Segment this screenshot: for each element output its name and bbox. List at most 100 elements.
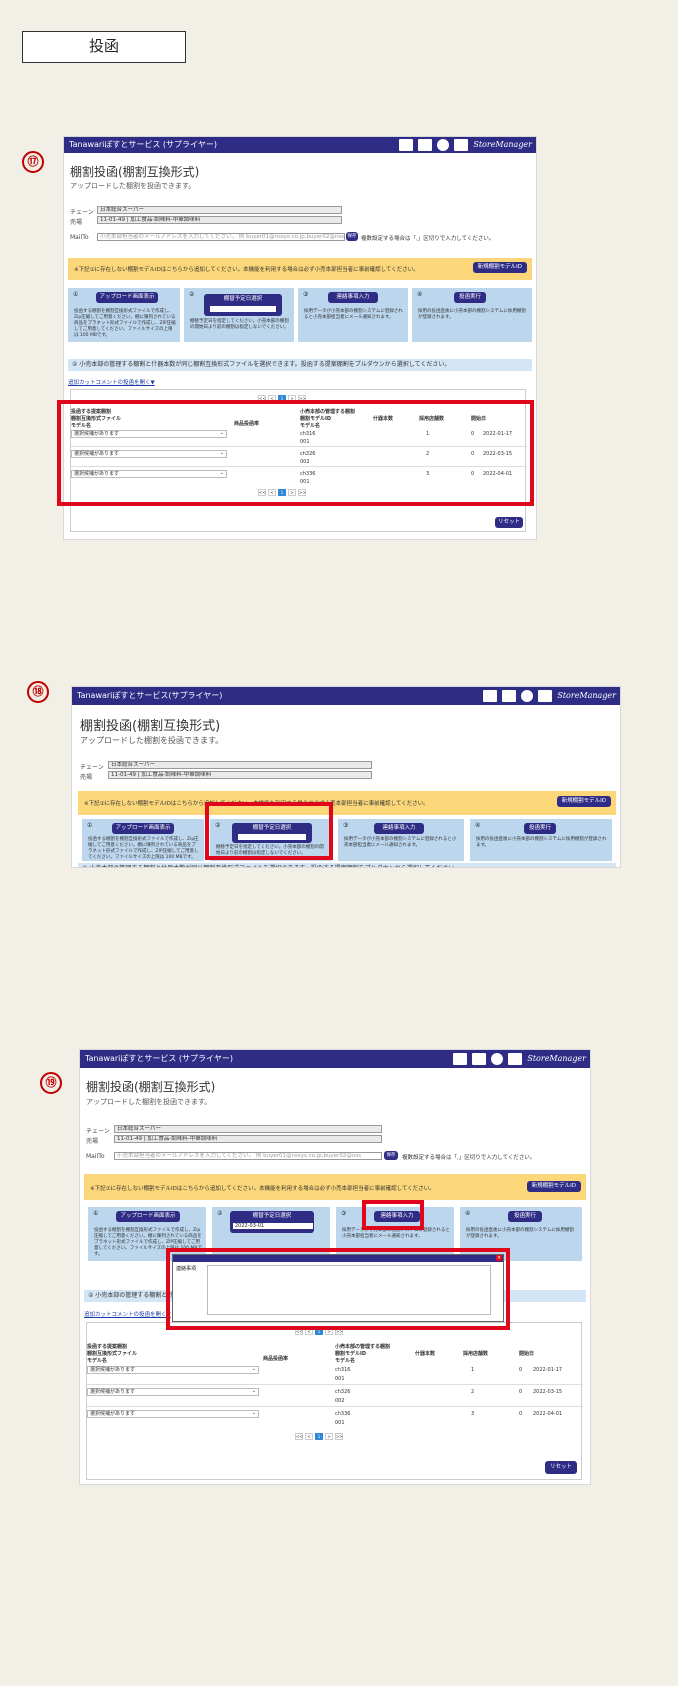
steps-row: ① アップロード画面表示 投函する棚割を棚割互換形式ファイルで作成し、Zip圧縮… <box>82 819 612 861</box>
new-model-button[interactable]: 新規棚割モデルID <box>472 262 527 273</box>
screenshot-18: Tanawariぽすとサービス(サプライヤー) StoreManager 棚割投… <box>72 687 620 867</box>
page-title: 棚割投函(棚割互換形式) <box>80 719 221 734</box>
user-icon[interactable] <box>437 139 450 151</box>
page-first[interactable]: << <box>295 1433 303 1440</box>
mailto-input[interactable]: 小売本部担当者のメールアドレスを入力してください。 例 buyer01@nssy… <box>114 1152 382 1160</box>
app-title: Tanawariぽすとサービス(サプライヤー) <box>77 691 223 700</box>
reset-button[interactable]: リセット <box>545 1461 577 1474</box>
user-icon[interactable] <box>521 690 534 702</box>
proposal-select-3[interactable]: 選択候補があります <box>87 1410 259 1418</box>
highlight-message-button <box>362 1200 424 1230</box>
info-bar: ② 小売本部の管理する棚割と什器本数が同じ棚割互換形式ファイルを選択できます。投… <box>68 359 532 371</box>
steps-row: ① アップロード画面表示 投函する棚割を棚割互換形式ファイルで作成し、Zip圧縮… <box>68 288 532 342</box>
proposal-select-1[interactable]: 選択候補があります <box>87 1366 259 1374</box>
app-header: Tanawariぽすとサービス (サプライヤー) StoreManager <box>80 1050 590 1068</box>
calendar-icon[interactable] <box>483 690 498 702</box>
message-button[interactable]: 連絡事項入力 <box>328 292 378 303</box>
submit-button[interactable]: 投函実行 <box>508 1211 542 1222</box>
app-header: Tanawariぽすとサービス (サプライヤー) StoreManager <box>64 137 536 153</box>
pagination-bottom: << < 1 > >> <box>295 1433 343 1440</box>
step-submit: ④ 投函実行 採用の投函直後に小売本部の棚割システムに採用棚割が登録されます。 <box>470 819 612 861</box>
info-bar: ② 小売本部の管理する棚割と什器本数が同じ棚割互換形式ファイルを選択できます。投… <box>78 863 616 867</box>
page-last[interactable]: >> <box>335 1433 343 1440</box>
store-icon[interactable] <box>472 1053 487 1065</box>
page-subtitle: アップロードした棚割を投函できます。 <box>80 736 224 745</box>
app-header: Tanawariぽすとサービス(サプライヤー) StoreManager <box>72 687 620 705</box>
sales-label: 売場 <box>86 1138 99 1145</box>
highlight-date <box>205 802 333 860</box>
step-badge-19: ⑲ <box>40 1071 62 1094</box>
submit-button[interactable]: 投函実行 <box>524 823 556 834</box>
sales-field: 11-01-49 | 加工食品-調味料-中華調味料 <box>114 1135 382 1143</box>
notice-bar: ※下記①に存在しない棚割モデルIDはこちらから追加してください。本機能を利用する… <box>84 1174 586 1200</box>
add-cut-comment-link[interactable]: 追加カットコメントの投函を開く▼ <box>84 1310 171 1318</box>
page-subtitle: アップロードした棚割を投函できます。 <box>86 1098 212 1106</box>
app-logo: StoreManager <box>527 1054 586 1063</box>
save-button[interactable]: 保存 <box>384 1151 398 1160</box>
page-title: 棚割投函(棚割互換形式) <box>70 165 200 179</box>
highlight-table <box>57 400 534 506</box>
step-upload: ① アップロード画面表示 投函する棚割を棚割互換形式ファイルで作成し、Zip圧縮… <box>68 288 180 342</box>
mailto-label: MailTo <box>86 1153 105 1160</box>
mailto-note: 複数設定する場合は「,」区切りで入力してください。 <box>402 1155 536 1161</box>
highlight-popup <box>166 1248 510 1330</box>
logout-icon[interactable] <box>538 690 553 702</box>
chain-label: チェーン <box>80 764 104 771</box>
chain-field: 日本総合スーパー <box>108 761 372 769</box>
calendar-icon[interactable] <box>453 1053 468 1065</box>
add-cut-comment-link[interactable]: 追加カットコメントの投函を開く▼ <box>68 378 155 386</box>
chain-field: 日本総合スーパー <box>114 1125 382 1133</box>
logout-icon[interactable] <box>508 1053 523 1065</box>
app-logo: StoreManager <box>557 691 616 700</box>
page-1[interactable]: 1 <box>315 1433 323 1440</box>
page-subtitle: アップロードした棚割を投函できます。 <box>70 182 196 190</box>
step-submit: ④ 投函実行 採用の投函直後に小売本部の棚割システムに採用棚割が登録されます。 <box>412 288 532 342</box>
sales-field: 11-01-49 | 加工食品-調味料-中華調味料 <box>97 216 342 224</box>
app-title: Tanawariぽすとサービス (サプライヤー) <box>69 140 217 149</box>
proposal-table: 投函する提案棚割 棚割互換形式ファイル モデル名 商品投函率 小売本部の管理する… <box>87 1343 583 1447</box>
user-icon[interactable] <box>491 1053 504 1065</box>
save-button[interactable]: 保存 <box>346 232 358 241</box>
mailto-label: MailTo <box>70 234 89 241</box>
notice-text: ※下記①に存在しない棚割モデルIDはこちらから追加してください。本機能を利用する… <box>90 1186 435 1192</box>
store-icon[interactable] <box>502 690 517 702</box>
notice-text: ※下記①に存在しない棚割モデルIDはこちらから追加してください。本機能を利用する… <box>74 267 419 273</box>
new-model-button[interactable]: 新規棚割モデルID <box>556 796 611 807</box>
notice-bar: ※下記①に存在しない棚割モデルIDはこちらから追加してください。本機能を利用する… <box>68 258 532 280</box>
page-prev[interactable]: < <box>305 1433 313 1440</box>
step-badge-18: ⑱ <box>27 680 49 703</box>
page-title: 棚割投函(棚割互換形式) <box>86 1080 216 1094</box>
mailto-input[interactable]: 小売本部担当者のメールアドレスを入力してください。 例 buyer01@nssy… <box>97 233 345 241</box>
app-title: Tanawariぽすとサービス (サプライヤー) <box>85 1054 233 1063</box>
chain-label: チェーン <box>86 1128 110 1135</box>
step-date: ② 棚替予定日選択 棚替予定日を指定してください。小売本部の棚割の開始日より前の… <box>184 288 294 342</box>
chain-label: チェーン <box>70 209 94 216</box>
mailto-note: 複数設定する場合は「,」区切りで入力してください。 <box>361 236 495 242</box>
step-badge-17: ⑰ <box>22 150 44 173</box>
page-next[interactable]: > <box>325 1433 333 1440</box>
logout-icon[interactable] <box>454 139 469 151</box>
date-input[interactable]: 2022-03-01 <box>232 1222 314 1230</box>
sales-label: 売場 <box>80 774 93 781</box>
doc-title: 投函 <box>22 31 186 63</box>
submit-button[interactable]: 投函実行 <box>454 292 486 303</box>
store-icon[interactable] <box>418 139 433 151</box>
new-model-button[interactable]: 新規棚割モデルID <box>526 1181 581 1192</box>
notice-bar: ※下記①に存在しない棚割モデルIDはこちらから追加してください。本機能を利用する… <box>78 791 616 815</box>
sales-label: 売場 <box>70 219 83 226</box>
upload-button[interactable]: アップロード画面表示 <box>96 292 158 303</box>
step-message: ③ 連絡事項入力 採用データが小売本部の棚割システムに登録されると小売本部担当者… <box>298 288 408 342</box>
step-message: ③ 連絡事項入力 採用データが小売本部の棚割システムに登録されると小売本部担当者… <box>338 819 464 861</box>
step-upload: ① アップロード画面表示 投函する棚割を棚割互換形式ファイルで作成し、Zip圧縮… <box>82 819 204 861</box>
upload-button[interactable]: アップロード画面表示 <box>116 1211 180 1222</box>
table-card: << < 1 > >> 投函する提案棚割 棚割互換形式ファイル モデル名 商品投… <box>86 1322 583 1480</box>
chain-field: 日本総合スーパー <box>97 206 342 214</box>
date-input[interactable] <box>209 305 277 313</box>
reset-button[interactable]: リセット <box>495 517 523 528</box>
message-button[interactable]: 連絡事項入力 <box>374 823 424 834</box>
calendar-icon[interactable] <box>399 139 414 151</box>
sales-field: 11-01-49 | 加工食品-調味料-中華調味料 <box>108 771 372 779</box>
app-logo: StoreManager <box>473 140 532 149</box>
upload-button[interactable]: アップロード画面表示 <box>112 823 174 834</box>
proposal-select-2[interactable]: 選択候補があります <box>87 1388 259 1396</box>
